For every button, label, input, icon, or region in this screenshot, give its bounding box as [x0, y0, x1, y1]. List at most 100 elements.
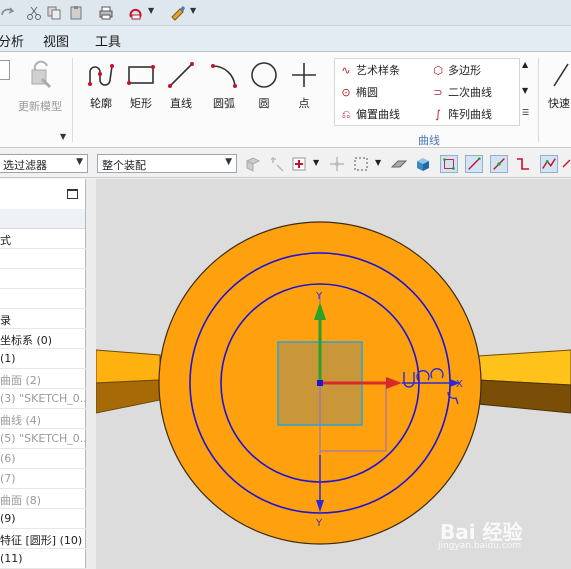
snap-midpoint-icon[interactable] — [490, 155, 508, 173]
ribbon-dropdown[interactable] — [0, 60, 10, 80]
select-feature-icon[interactable] — [268, 155, 286, 173]
watermark-url: jingyan.baidu.com — [438, 541, 522, 551]
menu-tools[interactable]: 工具 — [95, 31, 121, 50]
snap-more-icon[interactable] — [562, 155, 571, 173]
snap-endpoint-icon[interactable] — [440, 155, 458, 173]
paste-icon[interactable] — [68, 5, 84, 21]
navigator-header — [0, 209, 85, 229]
touch-mode-icon[interactable] — [170, 5, 186, 21]
part-navigator: 式录坐标系 (0) (1) 曲面 (2) (3) "SKETCH_0... 曲线 (4)… — [0, 179, 86, 569]
profile-icon — [88, 64, 114, 86]
gallery-scroll[interactable]: ▲ ▼ ☰ — [522, 58, 534, 126]
polygon-item[interactable]: ⬡ 多边形 — [431, 62, 481, 80]
conic-label: 二次曲线 — [448, 86, 492, 99]
redo-icon[interactable] — [0, 5, 16, 21]
gallery-more-icon[interactable]: ☰ — [522, 108, 529, 117]
quick-trim-label: 快速 — [548, 97, 570, 110]
point-label: 点 — [298, 97, 310, 110]
arc-tool[interactable]: 圆弧 — [204, 60, 244, 111]
circle-label: 圆 — [258, 97, 270, 110]
ellipse-item[interactable]: ⊙ 椭圆 — [339, 84, 378, 102]
tree-row[interactable]: (11) — [0, 549, 86, 569]
tree-row[interactable]: 坐标系 (0) — [0, 329, 86, 349]
select-body-icon[interactable] — [244, 155, 262, 173]
tree-row[interactable]: 曲线 (4) — [0, 409, 86, 429]
type-filter-value: 选过滤器 — [3, 159, 47, 172]
circle-icon — [251, 62, 277, 88]
rectangle-select-icon[interactable] — [352, 155, 370, 173]
tree-row[interactable]: 曲面 (2) — [0, 369, 86, 389]
wireframe-icon[interactable] — [390, 155, 408, 173]
curve-group-label: 曲线 — [418, 134, 440, 147]
tree-row[interactable] — [0, 289, 86, 309]
tree-row[interactable]: (1) — [0, 349, 86, 369]
tree-row[interactable]: (5) "SKETCH_0... — [0, 429, 86, 449]
print-icon[interactable] — [98, 5, 114, 21]
ribbon-separator — [72, 58, 73, 142]
rectangle-label: 矩形 — [130, 97, 152, 110]
tree-row[interactable] — [0, 269, 86, 289]
menu-view[interactable]: 视图 — [43, 31, 69, 50]
tree-row[interactable]: (6) — [0, 449, 86, 469]
assembly-filter-value: 整个装配 — [102, 159, 146, 172]
line-icon — [168, 62, 194, 88]
conic-item[interactable]: ⊃ 二次曲线 — [431, 84, 492, 102]
panel-splitter[interactable] — [86, 179, 96, 569]
point-tool[interactable]: 点 — [284, 60, 324, 111]
gallery-down-icon[interactable]: ▼ — [522, 86, 528, 95]
ribbon: 更新模型 ▼ 轮廓 矩形 直线 圆弧 圆 点 ∿ 艺术样条 ⬡ 多边形 ⊙ 椭圆… — [0, 52, 571, 148]
line-label: 直线 — [170, 97, 192, 110]
window-dropdown-icon[interactable]: ▼ — [148, 6, 154, 15]
tree-row[interactable]: 录 — [0, 309, 86, 329]
tree-row[interactable]: (3) "SKETCH_0... — [0, 389, 86, 409]
tree-row[interactable]: 特征 [圆形] (10) — [0, 529, 86, 549]
update-model-button[interactable]: 更新模型 — [18, 60, 62, 114]
shaded-icon[interactable] — [414, 155, 432, 173]
curve-gallery: ∿ 艺术样条 ⬡ 多边形 ⊙ 椭圆 ⊃ 二次曲线 ⎌ 偏置曲线 ∫ 阵列曲线 — [334, 58, 520, 126]
snap-line-icon[interactable] — [465, 155, 483, 173]
rectangle-icon — [127, 65, 155, 85]
spline-icon: ∿ — [341, 64, 351, 77]
tree-row[interactable] — [0, 249, 86, 269]
snap-point-icon[interactable] — [328, 155, 346, 173]
line-tool[interactable]: 直线 — [161, 60, 201, 111]
copy-icon[interactable] — [46, 5, 62, 21]
graphics-viewport[interactable]: Y Y X — [96, 179, 571, 569]
ellipse-label: 椭圆 — [356, 86, 378, 99]
gallery-up-icon[interactable]: ▲ — [522, 60, 528, 69]
snap-curve-icon[interactable] — [514, 155, 532, 173]
expand-group-icon[interactable]: ▼ — [60, 132, 66, 141]
selection-toolbar: 选过滤器 ▼ 整个装配 ▼ ▼ ▼ — [0, 149, 571, 178]
menu-analysis[interactable]: 分析 — [0, 31, 24, 50]
pattern-curve-item[interactable]: ∫ 阵列曲线 — [431, 106, 492, 124]
window-icon[interactable] — [128, 5, 144, 21]
model-canvas: Y Y X — [96, 221, 571, 545]
quick-trim-icon — [553, 63, 569, 87]
pattern-curve-label: 阵列曲线 — [448, 108, 492, 121]
tree-row[interactable]: (7) — [0, 469, 86, 489]
add-selection-icon[interactable] — [290, 155, 308, 173]
point-icon — [292, 63, 316, 87]
quick-trim-tool[interactable]: 快速 — [544, 60, 571, 111]
circle-tool[interactable]: 圆 — [244, 60, 284, 111]
pattern-curve-icon: ∫ — [435, 108, 441, 121]
quick-access-bar: ▼ ▼ — [0, 0, 571, 26]
rectangle-tool[interactable]: 矩形 — [121, 60, 161, 111]
offset-curve-item[interactable]: ⎌ 偏置曲线 — [339, 106, 400, 124]
maximize-icon[interactable] — [67, 189, 78, 199]
spline-item[interactable]: ∿ 艺术样条 — [339, 62, 400, 80]
customize-dropdown-icon[interactable]: ▼ — [190, 6, 196, 15]
arc-label: 圆弧 — [213, 97, 235, 110]
tree-row[interactable]: (9) — [0, 509, 86, 529]
cut-icon[interactable] — [26, 5, 42, 21]
tree-row[interactable]: 式 — [0, 229, 86, 249]
y-axis-label-bottom: Y — [315, 518, 323, 529]
type-filter-select[interactable]: 选过滤器 ▼ — [0, 154, 88, 173]
assembly-filter-select[interactable]: 整个装配 ▼ — [97, 154, 237, 173]
chevron-down-icon[interactable]: ▼ — [313, 158, 319, 167]
snap-intersection-icon[interactable] — [540, 155, 558, 173]
profile-tool[interactable]: 轮廓 — [81, 60, 121, 111]
chevron-down-icon: ▼ — [76, 157, 83, 167]
chevron-down-icon[interactable]: ▼ — [375, 158, 381, 167]
tree-row[interactable]: 曲面 (8) — [0, 489, 86, 509]
